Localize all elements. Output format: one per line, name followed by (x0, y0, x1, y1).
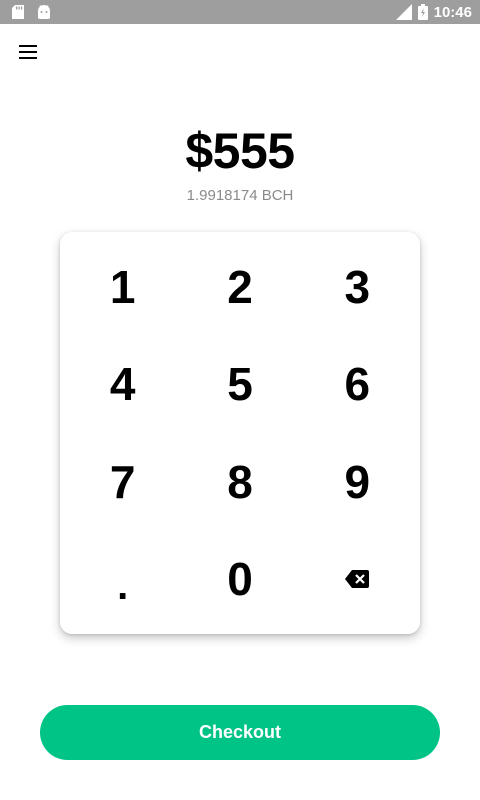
status-left (12, 5, 52, 19)
key-2[interactable]: 2 (181, 238, 298, 336)
key-5[interactable]: 5 (181, 336, 298, 434)
sd-card-icon (12, 5, 24, 19)
status-time: 10:46 (433, 3, 472, 21)
menu-button[interactable] (14, 38, 42, 66)
keypad: 1 2 3 4 5 6 7 8 9 . 0 (60, 232, 420, 634)
menu-icon (19, 45, 37, 59)
key-6[interactable]: 6 (299, 336, 416, 434)
lte-signal-icon (394, 4, 412, 20)
android-icon (36, 5, 52, 19)
key-9[interactable]: 9 (299, 433, 416, 531)
key-7[interactable]: 7 (64, 433, 181, 531)
key-backspace[interactable] (299, 531, 416, 629)
fiat-amount: $555 (185, 123, 295, 179)
key-decimal[interactable]: . (64, 531, 181, 629)
key-8[interactable]: 8 (181, 433, 298, 531)
checkout-label: Checkout (198, 722, 281, 742)
status-bar: 10:46 (0, 0, 480, 24)
battery-charging-icon (417, 4, 428, 20)
backspace-icon (345, 570, 370, 589)
key-0[interactable]: 0 (181, 531, 298, 629)
key-1[interactable]: 1 (64, 238, 181, 336)
crypto-amount: 1.9918174 BCH (186, 187, 294, 204)
checkout-button[interactable]: Checkout (40, 705, 440, 760)
key-4[interactable]: 4 (64, 336, 181, 434)
key-3[interactable]: 3 (299, 238, 416, 336)
status-right: 10:46 (394, 4, 472, 21)
